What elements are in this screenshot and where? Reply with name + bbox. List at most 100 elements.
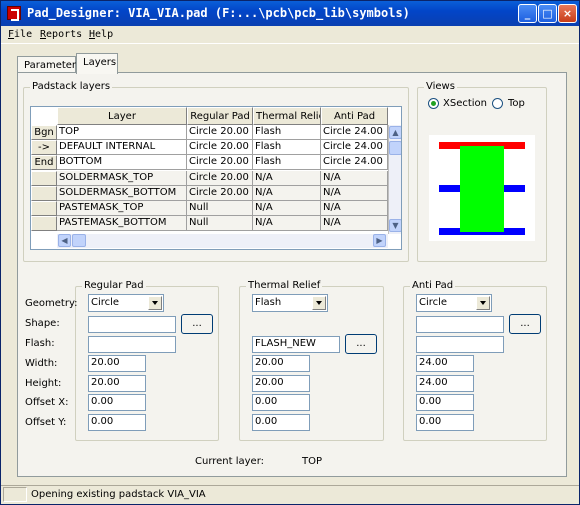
current-layer-value: TOP <box>302 456 323 467</box>
col-header-regular[interactable]: Regular Pad <box>187 107 253 125</box>
chevron-down-icon[interactable] <box>312 296 326 310</box>
offset-x-label: Offset X: <box>25 397 69 408</box>
scroll-right-icon[interactable]: ▶ <box>373 234 386 247</box>
scroll-up-icon[interactable]: ▲ <box>389 126 401 139</box>
scroll-down-icon[interactable]: ▼ <box>389 219 401 232</box>
padstack-layers-label: Padstack layers <box>30 81 113 92</box>
cell-anti[interactable]: N/A <box>321 216 388 232</box>
cell-regular[interactable]: Null <box>187 201 253 216</box>
anti-shape-browse-button[interactable]: ... <box>509 314 541 334</box>
thermal-geometry-select[interactable]: Flash <box>252 294 328 312</box>
offset-y-label: Offset Y: <box>25 417 67 428</box>
width-label: Width: <box>25 358 58 369</box>
anti-flash-field[interactable] <box>416 336 504 353</box>
row-button[interactable]: Bgn <box>31 125 57 140</box>
shape-label: Shape: <box>25 318 60 329</box>
regular-width-field[interactable]: 20.00 <box>88 355 146 372</box>
anti-offset-x-field[interactable]: 0.00 <box>416 394 474 411</box>
close-button[interactable]: × <box>558 4 577 23</box>
regular-height-field[interactable]: 20.00 <box>88 375 146 392</box>
chevron-down-icon[interactable] <box>476 296 490 310</box>
row-button[interactable] <box>31 216 57 232</box>
col-header-thermal[interactable]: Thermal Relief <box>253 107 321 125</box>
cell-layer[interactable]: SOLDERMASK_BOTTOM <box>57 185 187 201</box>
cell-anti[interactable]: Circle 24.00 <box>321 140 388 156</box>
anti-height-field[interactable]: 24.00 <box>416 375 474 392</box>
col-header-layer[interactable]: Layer <box>57 107 187 125</box>
cell-regular[interactable]: Circle 20.00 <box>187 125 253 140</box>
top-view-radio[interactable] <box>492 98 503 109</box>
current-layer-label: Current layer: <box>195 456 265 467</box>
thermal-height-field[interactable]: 20.00 <box>252 375 310 392</box>
cell-anti[interactable]: N/A <box>321 185 388 201</box>
cell-regular[interactable]: Circle 20.00 <box>187 185 253 201</box>
menu-reports[interactable]: Reports <box>40 29 82 40</box>
cell-anti[interactable]: N/A <box>321 201 388 216</box>
xsection-label: XSection <box>443 98 488 109</box>
thermal-offset-x-field[interactable]: 0.00 <box>252 394 310 411</box>
cell-thermal[interactable]: Flash <box>253 155 321 171</box>
xsection-radio[interactable] <box>428 98 439 109</box>
chevron-down-icon[interactable] <box>148 296 162 310</box>
row-button[interactable]: End <box>31 155 57 171</box>
geometry-label: Geometry: <box>25 298 78 309</box>
regular-geometry-value: Circle <box>91 297 120 308</box>
anti-geometry-select[interactable]: Circle <box>416 294 492 312</box>
cell-regular[interactable]: Circle 20.00 <box>187 170 253 186</box>
thermal-flash-browse-button[interactable]: ... <box>345 334 377 354</box>
cell-layer[interactable]: BOTTOM <box>57 155 187 171</box>
hscroll-thumb[interactable] <box>72 234 86 247</box>
cell-layer[interactable]: PASTEMASK_BOTTOM <box>57 216 187 232</box>
menu-file[interactable]: File <box>8 29 32 40</box>
top-view-label: Top <box>508 98 525 109</box>
cell-layer[interactable]: DEFAULT INTERNAL <box>57 140 187 156</box>
anti-width-field[interactable]: 24.00 <box>416 355 474 372</box>
title-bar[interactable]: Pad_Designer: VIA_VIA.pad (F:...\pcb\pcb… <box>1 1 579 26</box>
menu-help[interactable]: Help <box>89 29 113 40</box>
regular-offset-x-field[interactable]: 0.00 <box>88 394 146 411</box>
thermal-width-field[interactable]: 20.00 <box>252 355 310 372</box>
cell-thermal[interactable]: Flash <box>253 140 321 156</box>
cell-regular[interactable]: Circle 20.00 <box>187 155 253 171</box>
thermal-flash-field[interactable]: FLASH_NEW <box>252 336 340 353</box>
scroll-left-icon[interactable]: ◀ <box>58 234 71 247</box>
cell-layer[interactable]: PASTEMASK_TOP <box>57 201 187 216</box>
cell-layer[interactable]: TOP <box>57 125 187 140</box>
anti-shape-field[interactable] <box>416 316 504 333</box>
row-button[interactable] <box>31 185 57 201</box>
status-bar: Opening existing padstack VIA_VIA <box>1 485 579 504</box>
cell-anti[interactable]: Circle 24.00 <box>321 155 388 171</box>
scroll-thumb[interactable] <box>389 141 401 155</box>
anti-geometry-value: Circle <box>419 297 448 308</box>
row-button[interactable]: -> <box>31 140 57 156</box>
regular-flash-field[interactable] <box>88 336 176 353</box>
col-header-anti[interactable]: Anti Pad <box>321 107 388 125</box>
row-button[interactable] <box>31 170 57 186</box>
cell-thermal[interactable]: Flash <box>253 125 321 140</box>
tab-layers[interactable]: Layers <box>76 53 118 74</box>
cell-thermal[interactable]: N/A <box>253 170 321 186</box>
row-button[interactable] <box>31 201 57 216</box>
regular-geometry-select[interactable]: Circle <box>88 294 164 312</box>
app-window: Pad_Designer: VIA_VIA.pad (F:...\pcb\pcb… <box>0 0 580 505</box>
status-pane-left <box>3 487 27 502</box>
cell-thermal[interactable]: N/A <box>253 216 321 232</box>
views-label: Views <box>424 81 457 92</box>
thermal-offset-y-field[interactable]: 0.00 <box>252 414 310 431</box>
cell-anti[interactable]: Circle 24.00 <box>321 125 388 140</box>
cell-layer[interactable]: SOLDERMASK_TOP <box>57 170 187 186</box>
anti-offset-y-field[interactable]: 0.00 <box>416 414 474 431</box>
cell-anti[interactable]: N/A <box>321 170 388 186</box>
cell-regular[interactable]: Null <box>187 216 253 232</box>
cell-thermal[interactable]: N/A <box>253 201 321 216</box>
regular-shape-browse-button[interactable]: ... <box>181 314 213 334</box>
minimize-button[interactable]: _ <box>518 4 537 23</box>
regular-shape-field[interactable] <box>88 316 176 333</box>
maximize-button[interactable]: □ <box>538 4 557 23</box>
grid-vertical-scrollbar[interactable]: ▲ ▼ <box>388 125 401 234</box>
padstack-grid[interactable]: Layer Regular Pad Thermal Relief Anti Pa… <box>30 106 402 250</box>
cell-regular[interactable]: Circle 20.00 <box>187 140 253 156</box>
regular-offset-y-field[interactable]: 0.00 <box>88 414 146 431</box>
grid-horizontal-scrollbar[interactable]: ◀ ▶ <box>57 234 388 248</box>
cell-thermal[interactable]: N/A <box>253 185 321 201</box>
